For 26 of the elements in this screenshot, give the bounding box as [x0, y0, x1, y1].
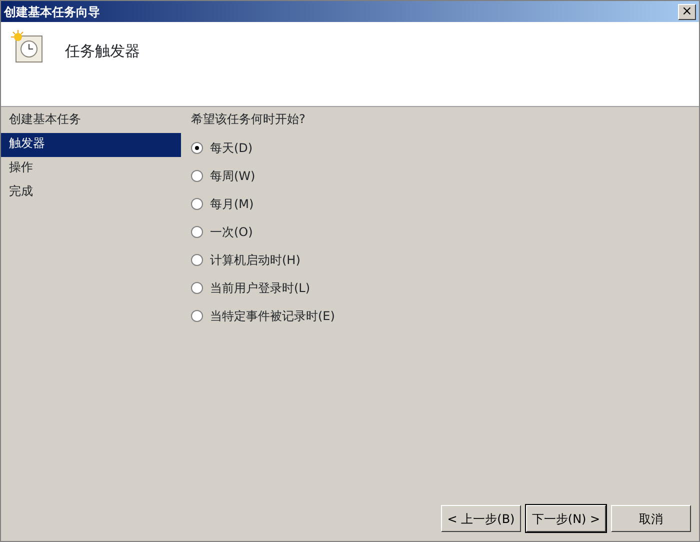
step-item[interactable]: 触发器: [1, 133, 181, 157]
close-button[interactable]: ×: [678, 4, 696, 20]
step-item[interactable]: 完成: [1, 181, 181, 205]
wizard-button[interactable]: 取消: [611, 505, 691, 532]
header-title: 任务触发器: [65, 41, 140, 62]
option-label[interactable]: 一次(O): [210, 223, 253, 241]
wizard-button[interactable]: 下一步(N) >: [526, 505, 606, 532]
radio-button[interactable]: [191, 198, 203, 210]
radio-button[interactable]: [191, 310, 203, 322]
radio-button[interactable]: [191, 142, 203, 154]
radio-button[interactable]: [191, 170, 203, 182]
radio-button[interactable]: [191, 282, 203, 294]
radio-button[interactable]: [191, 254, 203, 266]
option-label[interactable]: 计算机启动时(H): [210, 251, 300, 269]
clock-icon: [11, 30, 45, 64]
option-label[interactable]: 每月(M): [210, 195, 254, 213]
window-title: 创建基本任务向导: [4, 4, 100, 20]
question-text: 希望该任务何时开始?: [191, 111, 306, 128]
option-label[interactable]: 当前用户登录时(L): [210, 279, 310, 297]
step-item[interactable]: 创建基本任务: [1, 109, 181, 133]
radio-button[interactable]: [191, 226, 203, 238]
option-label[interactable]: 当特定事件被记录时(E): [210, 307, 335, 325]
step-item[interactable]: 操作: [1, 157, 181, 181]
wizard-button[interactable]: < 上一步(B): [441, 505, 521, 532]
option-label[interactable]: 每天(D): [210, 139, 253, 157]
option-label[interactable]: 每周(W): [210, 167, 256, 185]
